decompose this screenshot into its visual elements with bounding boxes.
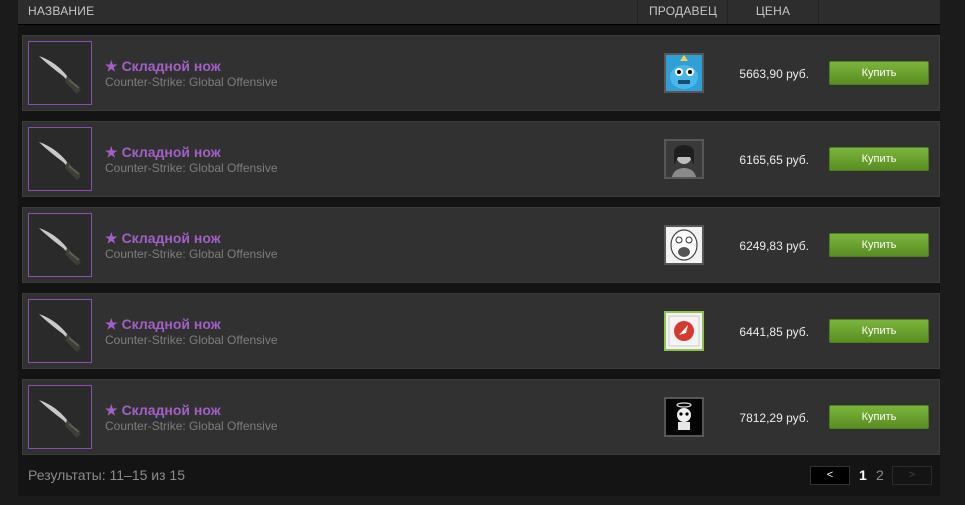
page-number-link[interactable]: 2 <box>876 467 884 483</box>
seller-avatar[interactable] <box>664 397 704 437</box>
listing-row: ★ Складной нож Counter-Strike: Global Off… <box>22 207 940 283</box>
item-image[interactable] <box>28 213 92 277</box>
grayscale-photo-avatar-icon <box>666 141 702 177</box>
seller-avatar[interactable] <box>664 225 704 265</box>
listings-header: НАЗВАНИЕ ПРОДАВЕЦ ЦЕНА <box>18 0 940 25</box>
knife-icon <box>39 314 81 352</box>
listing-price: 6441,85 руб. <box>739 325 809 339</box>
star-icon: ★ <box>105 316 118 332</box>
results-count: Результаты: 11–15 из 15 <box>28 467 185 483</box>
item-name-text: Складной нож <box>121 144 221 160</box>
item-game: Counter-Strike: Global Offensive <box>105 419 278 433</box>
buy-button[interactable]: Купить <box>829 147 929 171</box>
listing-row: ★ Складной нож Counter-Strike: Global Off… <box>22 379 940 455</box>
listing-price: 7812,29 руб. <box>739 411 809 425</box>
item-name-link[interactable]: ★ Складной нож <box>105 230 221 247</box>
item-name-text: Складной нож <box>121 316 221 332</box>
star-icon: ★ <box>105 230 118 246</box>
star-icon: ★ <box>105 144 118 160</box>
buy-button[interactable]: Купить <box>829 405 929 429</box>
knife-icon <box>39 228 81 266</box>
seller-avatar[interactable] <box>664 311 704 351</box>
item-name-text: Складной нож <box>121 402 221 418</box>
item-name-link[interactable]: ★ Складной нож <box>105 316 221 333</box>
knife-icon <box>39 400 81 438</box>
item-image[interactable] <box>28 299 92 363</box>
item-image[interactable] <box>28 385 92 449</box>
seller-avatar[interactable] <box>664 53 704 93</box>
star-icon: ★ <box>105 402 118 418</box>
item-game: Counter-Strike: Global Offensive <box>105 247 278 261</box>
item-game: Counter-Strike: Global Offensive <box>105 161 278 175</box>
column-header-seller[interactable]: ПРОДАВЕЦ <box>637 0 728 24</box>
buy-button[interactable]: Купить <box>829 319 929 343</box>
column-header-price[interactable]: ЦЕНА <box>727 0 819 24</box>
skull-angel-avatar-icon <box>666 399 702 435</box>
item-image[interactable] <box>28 41 92 105</box>
listing-price: 6249,83 руб. <box>739 239 809 253</box>
buy-button[interactable]: Купить <box>829 233 929 257</box>
page-number-current[interactable]: 1 <box>859 467 867 483</box>
listing-price: 6165,65 руб. <box>739 153 809 167</box>
knife-icon <box>39 56 81 94</box>
item-name-text: Складной нож <box>121 230 221 246</box>
meme-face-avatar-icon <box>666 227 702 263</box>
listing-price: 5663,90 руб. <box>739 67 809 81</box>
next-page-button[interactable]: > <box>892 466 932 485</box>
item-name-link[interactable]: ★ Складной нож <box>105 402 221 419</box>
listing-row: ★ Складной нож Counter-Strike: Global Off… <box>22 35 940 111</box>
prev-page-button[interactable]: < <box>810 466 850 485</box>
blue-creature-avatar-icon <box>666 55 702 91</box>
red-logo-avatar-icon <box>666 313 702 349</box>
item-game: Counter-Strike: Global Offensive <box>105 333 278 347</box>
knife-icon <box>39 142 81 180</box>
buy-button[interactable]: Купить <box>829 61 929 85</box>
item-name-link[interactable]: ★ Складной нож <box>105 58 221 75</box>
item-game: Counter-Strike: Global Offensive <box>105 75 278 89</box>
star-icon: ★ <box>105 58 118 74</box>
seller-avatar[interactable] <box>664 139 704 179</box>
item-image[interactable] <box>28 127 92 191</box>
listing-row: ★ Складной нож Counter-Strike: Global Off… <box>22 293 940 369</box>
listing-row: ★ Складной нож Counter-Strike: Global Off… <box>22 121 940 197</box>
item-name-link[interactable]: ★ Складной нож <box>105 144 221 161</box>
item-name-text: Складной нож <box>121 58 221 74</box>
column-header-name[interactable]: НАЗВАНИЕ <box>28 0 94 24</box>
